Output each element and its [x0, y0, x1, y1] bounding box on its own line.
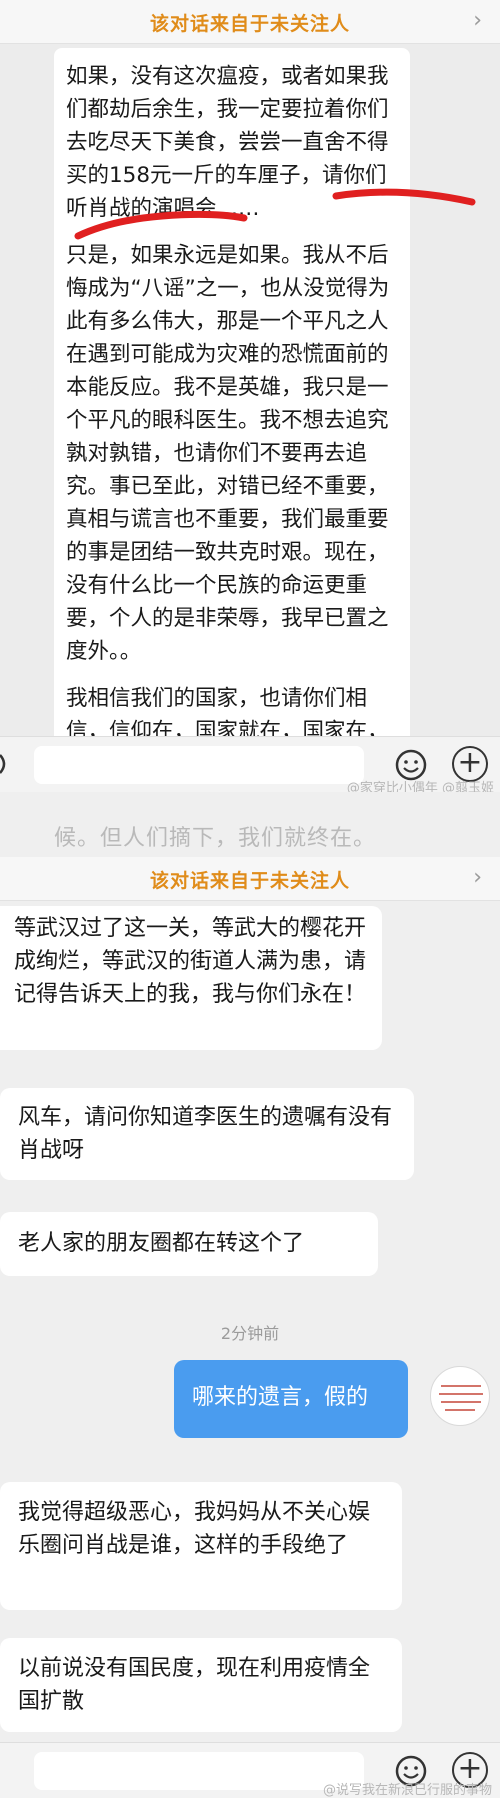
- message-bubble[interactable]: 以前说没有国民度，现在利用疫情全国扩散: [0, 1638, 402, 1732]
- message-text: 风车，请问你知道李医生的遗嘱有没有肖战呀: [18, 1105, 393, 1163]
- message-bubble[interactable]: 我觉得超级恶心，我妈妈从不关心娱乐圈问肖战是谁，这样的手段绝了: [0, 1482, 402, 1610]
- top-screenshot-panel: 了。 该对话来自于未关注人 › 如果，没有这次瘟疫，或者如果我们都劫后余生，我一…: [0, 0, 500, 792]
- chevron-right-icon: ›: [473, 865, 482, 890]
- cut-off-text: 候。但人们摘下，我们就终在。: [54, 826, 377, 851]
- notice-bar[interactable]: 该对话来自于未关注人 ›: [0, 0, 500, 44]
- message-text: 我觉得超级恶心，我妈妈从不关心娱乐圈问肖战是谁，这样的手段绝了: [18, 1500, 371, 1558]
- voice-icon[interactable]: [0, 749, 18, 779]
- letter-paragraph: 如果，没有这次瘟疫，或者如果我们都劫后余生，我一定要拉着你们去吃尽天下美食，尝尝…: [66, 64, 389, 221]
- notice-text: 该对话来自于未关注人: [149, 13, 350, 35]
- timestamp: 2分钟前: [220, 1324, 280, 1343]
- message-bubble[interactable]: 风车，请问你知道李医生的遗嘱有没有肖战呀: [0, 1088, 414, 1180]
- input-bar: + @家穿比小偶年 @翦玉姬: [0, 736, 500, 792]
- bottom-screenshot-panel: 候。但人们摘下，我们就终在。 该对话来自于未关注人 › 等武汉过了这一关，等武大…: [0, 792, 500, 1798]
- watermark: @家穿比小偶年 @翦玉姬: [346, 781, 494, 792]
- chevron-right-icon: ›: [473, 8, 482, 33]
- message-bubble[interactable]: 老人家的朋友圈都在转这个了: [0, 1212, 378, 1276]
- letter-message-bubble[interactable]: 如果，没有这次瘟疫，或者如果我们都劫后余生，我一定要拉着你们去吃尽天下美食，尝尝…: [54, 48, 410, 792]
- message-text: 等武汉过了这一关，等武大的樱花开成绚烂，等武汉的街道人满为患，请记得告诉天上的我…: [14, 916, 367, 1007]
- message-text: 老人家的朋友圈都在转这个了: [18, 1231, 305, 1256]
- message-input[interactable]: [34, 746, 364, 784]
- notice-text: 该对话来自于未关注人: [149, 870, 350, 892]
- outgoing-message-bubble[interactable]: 哪来的遗言，假的: [174, 1360, 408, 1438]
- avatar[interactable]: [430, 1366, 490, 1426]
- notice-bar[interactable]: 该对话来自于未关注人 ›: [0, 857, 500, 901]
- message-text: 哪来的遗言，假的: [192, 1385, 369, 1410]
- message-bubble[interactable]: 等武汉过了这一关，等武大的樱花开成绚烂，等武汉的街道人满为患，请记得告诉天上的我…: [0, 906, 382, 1050]
- input-bar: + @说写我在新浪已行服的事物: [0, 1742, 500, 1798]
- message-text: 以前说没有国民度，现在利用疫情全国扩散: [18, 1656, 371, 1714]
- message-input[interactable]: [34, 1752, 364, 1790]
- watermark: @说写我在新浪已行服的事物: [322, 1783, 492, 1798]
- letter-paragraph: 只是，如果永远是如果。我从不后悔成为“八谣”之一，也从没觉得为此有多么伟大，那是…: [66, 243, 390, 664]
